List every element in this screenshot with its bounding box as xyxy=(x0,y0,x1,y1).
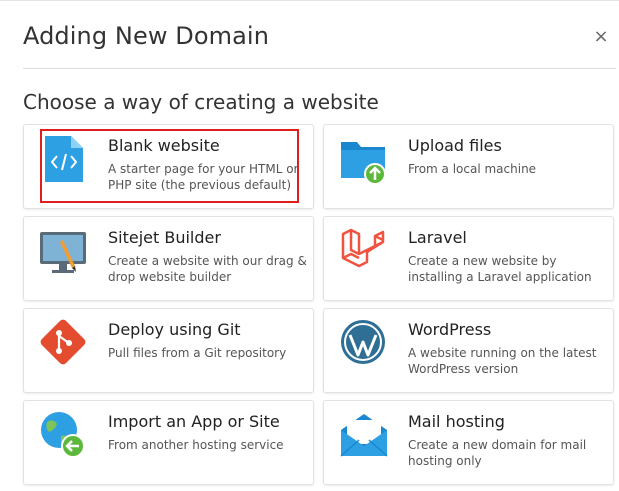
option-description: A website running on the latest WordPres… xyxy=(408,346,597,376)
git-icon xyxy=(39,318,89,368)
laravel-icon xyxy=(339,226,389,276)
option-title: Blank website xyxy=(108,136,220,155)
option-wordpress[interactable]: WordPress A website running on the lates… xyxy=(323,308,614,393)
wordpress-icon xyxy=(339,318,389,368)
dialog-title: Adding New Domain xyxy=(23,22,270,50)
option-title: WordPress xyxy=(408,320,492,339)
sitejet-builder-icon xyxy=(39,226,89,276)
option-sitejet-builder[interactable]: Sitejet Builder Create a website with ou… xyxy=(23,216,314,301)
option-title: Deploy using Git xyxy=(108,320,241,339)
option-title: Sitejet Builder xyxy=(108,228,221,247)
section-heading: Choose a way of creating a website xyxy=(23,90,379,114)
upload-folder-icon xyxy=(339,134,389,185)
import-globe-icon xyxy=(39,410,89,460)
option-description: Pull files from a Git repository xyxy=(108,346,287,360)
option-description: A starter page for your HTML or PHP site… xyxy=(108,162,299,192)
close-icon[interactable]: × xyxy=(591,27,611,47)
option-deploy-git[interactable]: Deploy using Git Pull files from a Git r… xyxy=(23,308,314,393)
option-title: Upload files xyxy=(408,136,502,155)
add-domain-dialog: Adding New Domain × Choose a way of crea… xyxy=(0,0,619,491)
option-title: Import an App or Site xyxy=(108,412,280,431)
option-mail-hosting[interactable]: Mail hosting Create a new domain for mai… xyxy=(323,400,614,485)
option-description: From a local machine xyxy=(408,162,537,176)
option-description: Create a website with our drag & drop we… xyxy=(108,254,307,284)
mail-envelope-icon xyxy=(339,410,389,460)
option-title: Mail hosting xyxy=(408,412,505,431)
option-title: Laravel xyxy=(408,228,467,247)
option-upload-files[interactable]: Upload files From a local machine xyxy=(323,124,614,209)
top-border xyxy=(0,0,619,1)
option-blank-website[interactable]: Blank website A starter page for your HT… xyxy=(23,124,314,209)
header-divider xyxy=(23,68,616,69)
option-laravel[interactable]: Laravel Create a new website by installi… xyxy=(323,216,614,301)
option-description: Create a new domain for mail hosting onl… xyxy=(408,438,587,468)
option-description: Create a new website by installing a Lar… xyxy=(408,254,592,284)
code-file-icon xyxy=(39,134,89,184)
option-import-app[interactable]: Import an App or Site From another hosti… xyxy=(23,400,314,485)
option-description: From another hosting service xyxy=(108,438,284,452)
